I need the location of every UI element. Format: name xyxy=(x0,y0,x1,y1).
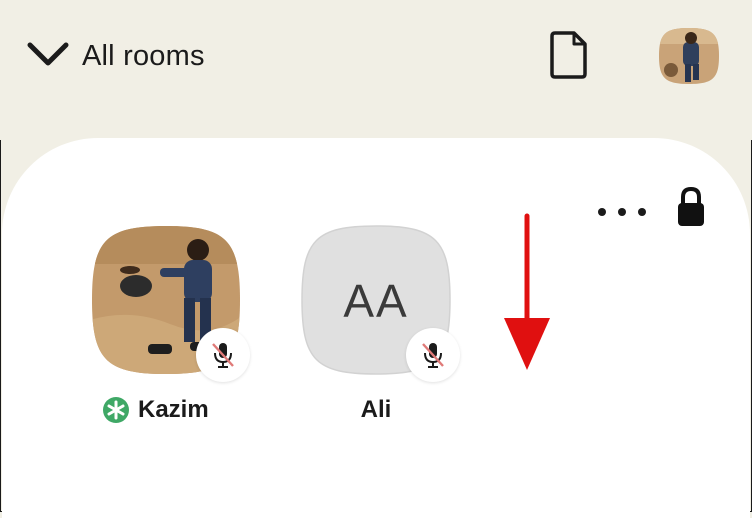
chevron-down-icon xyxy=(27,42,69,66)
all-rooms-toggle[interactable]: All rooms xyxy=(26,34,205,78)
more-options-button[interactable] xyxy=(598,204,646,220)
all-rooms-label: All rooms xyxy=(82,39,205,72)
lock-icon[interactable] xyxy=(675,186,707,228)
user-avatar[interactable] xyxy=(657,26,721,86)
app-header: All rooms xyxy=(0,0,752,140)
moderator-asterisk-icon xyxy=(103,397,129,423)
participant-name: Kazim xyxy=(138,396,209,423)
muted-badge-ali xyxy=(406,328,460,382)
participant-name-row-kazim: Kazim xyxy=(102,394,209,426)
participant-name: Ali xyxy=(360,396,392,423)
avatar-initials: AA xyxy=(343,275,409,327)
participant-tile-ali[interactable]: AA xyxy=(300,224,460,382)
participant-name-row-ali: Ali xyxy=(340,394,412,426)
document-icon[interactable] xyxy=(546,30,590,80)
more-icon xyxy=(598,208,606,216)
muted-badge-kazim xyxy=(196,328,250,382)
scroll-down-arrow-icon xyxy=(504,213,550,370)
mic-muted-icon xyxy=(422,343,444,368)
mic-muted-icon xyxy=(212,343,234,368)
participant-tile-kazim[interactable] xyxy=(90,224,250,382)
